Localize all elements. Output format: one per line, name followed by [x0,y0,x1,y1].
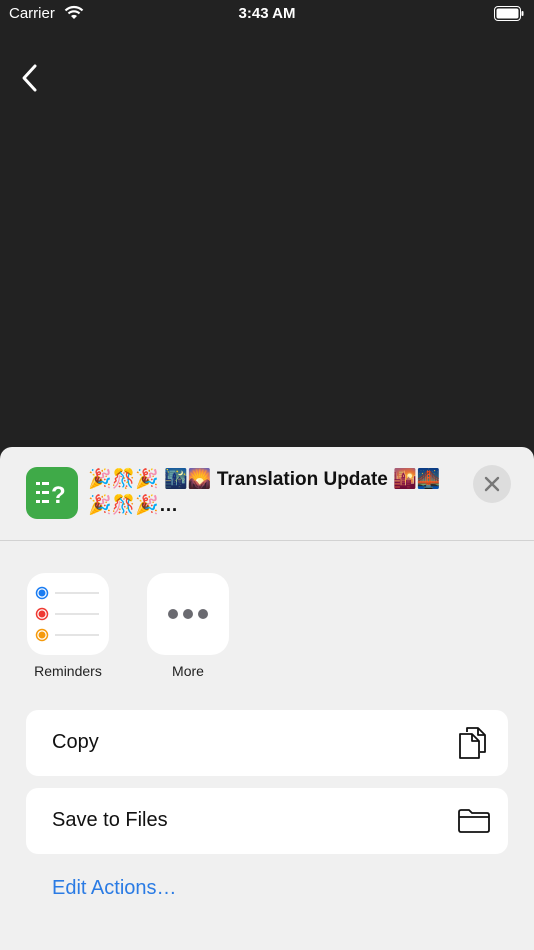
more-label: More [172,663,204,679]
close-icon [484,476,500,492]
reminders-icon [27,573,109,655]
copy-action[interactable]: Copy [26,710,508,776]
back-chevron-icon[interactable] [16,62,46,94]
save-to-files-action[interactable]: Save to Files [26,788,508,854]
save-to-files-label: Save to Files [52,809,168,831]
share-sheet: ? 🎉🎊🎉 🌃🌄 Translation Update 🌇🌉🎉🎊🎉… Remin… [0,447,534,950]
folder-icon [458,809,490,833]
close-button[interactable] [473,465,511,503]
app-icon: ? [26,467,78,519]
copy-label: Copy [52,731,99,753]
more-app[interactable]: More [146,573,230,679]
share-sheet-header: ? 🎉🎊🎉 🌃🌄 Translation Update 🌇🌉🎉🎊🎉… [0,447,534,541]
status-time: 3:43 AM [238,5,296,22]
reminders-label: Reminders [34,663,102,679]
battery-icon [494,6,524,26]
status-bar: Carrier 3:43 AM [0,0,534,30]
edit-actions-link[interactable]: Edit Actions… [52,877,177,900]
reminders-app[interactable]: Reminders [26,573,110,679]
share-title: 🎉🎊🎉 🌃🌄 Translation Update 🌇🌉🎉🎊🎉… [88,469,441,516]
svg-text:?: ? [51,482,66,509]
share-app-row: Reminders More [0,573,534,683]
copy-icon [459,727,486,759]
more-dots-icon [147,573,229,655]
